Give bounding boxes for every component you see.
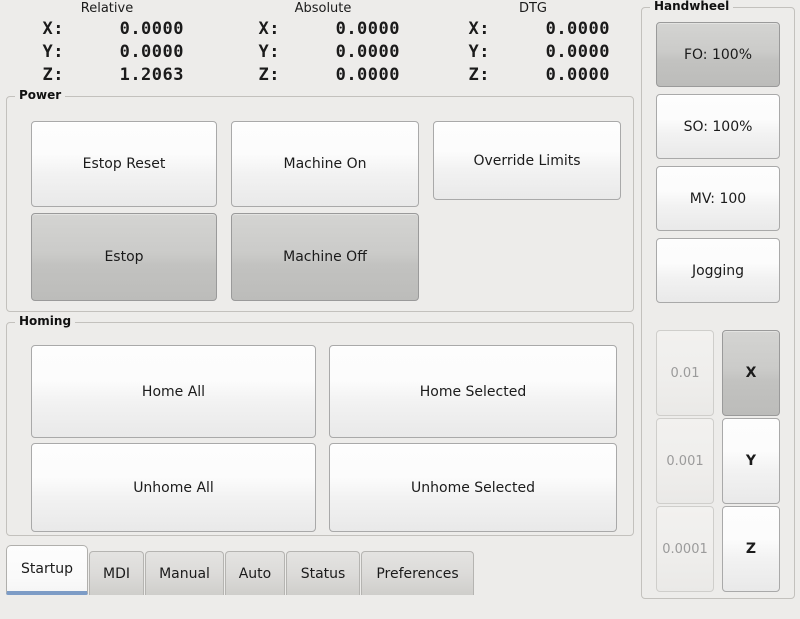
machine-on-button[interactable]: Machine On: [231, 121, 419, 207]
homing-group: Homing Home All Home Selected Unhome All…: [6, 322, 634, 536]
feed-override-button[interactable]: FO: 100%: [656, 22, 780, 87]
spindle-override-button[interactable]: SO: 100%: [656, 94, 780, 159]
tab-startup[interactable]: Startup: [6, 545, 88, 595]
dro-axis-label-x: X:: [6, 18, 68, 41]
jogging-button[interactable]: Jogging: [656, 238, 780, 303]
dro-row-z: Z: 0.0000: [432, 64, 628, 87]
dro-readout-panel: Relative X: 0.0000 Y: 0.0000 Z: 1.2063 A…: [0, 0, 640, 88]
axis-select-button-x[interactable]: X: [722, 330, 780, 416]
dro-axis-label-x: X:: [222, 18, 284, 41]
dro-row-x: X: 0.0000: [6, 18, 202, 41]
tab-bar: Startup MDI Manual Auto Status Preferenc…: [0, 545, 640, 619]
dro-row-z: Z: 0.0000: [222, 64, 418, 87]
dro-axis-label-x: X:: [432, 18, 494, 41]
dro-row-x: X: 0.0000: [222, 18, 418, 41]
max-velocity-button[interactable]: MV: 100: [656, 166, 780, 231]
handwheel-group-title: Handwheel: [650, 0, 733, 13]
dro-column-title: Absolute: [222, 0, 418, 18]
dro-column-title: DTG: [432, 0, 628, 18]
dro-axis-label-z: Z:: [222, 64, 284, 87]
dro-column-dtg: DTG X: 0.0000 Y: 0.0000 Z: 0.0000: [432, 0, 628, 88]
dro-axis-label-y: Y:: [6, 41, 68, 64]
tab-manual[interactable]: Manual: [145, 551, 224, 595]
dro-axis-label-y: Y:: [432, 41, 494, 64]
dro-value-y: 0.0000: [284, 41, 418, 64]
dro-axis-label-z: Z:: [6, 64, 68, 87]
dro-value-z: 0.0000: [284, 64, 418, 87]
dro-row-y: Y: 0.0000: [222, 41, 418, 64]
power-group-title: Power: [15, 88, 65, 102]
tab-status[interactable]: Status: [286, 551, 360, 595]
dro-row-z: Z: 1.2063: [6, 64, 202, 87]
dro-axis-label-y: Y:: [222, 41, 284, 64]
jog-increment-button-0-0001: 0.0001: [656, 506, 714, 592]
dro-column-title: Relative: [6, 0, 202, 18]
dro-value-x: 0.0000: [284, 18, 418, 41]
dro-value-x: 0.0000: [494, 18, 628, 41]
unhome-selected-button[interactable]: Unhome Selected: [329, 443, 617, 532]
axis-select-button-y[interactable]: Y: [722, 418, 780, 504]
handwheel-group: Handwheel FO: 100% SO: 100% MV: 100 Jogg…: [641, 7, 795, 599]
dro-column-relative: Relative X: 0.0000 Y: 0.0000 Z: 1.2063: [6, 0, 202, 88]
dro-value-x: 0.0000: [68, 18, 202, 41]
dro-axis-label-z: Z:: [432, 64, 494, 87]
dro-value-z: 0.0000: [494, 64, 628, 87]
estop-reset-button[interactable]: Estop Reset: [31, 121, 217, 207]
homing-group-title: Homing: [15, 314, 75, 328]
home-all-button[interactable]: Home All: [31, 345, 316, 438]
dro-value-z: 1.2063: [68, 64, 202, 87]
dro-row-y: Y: 0.0000: [432, 41, 628, 64]
estop-button[interactable]: Estop: [31, 213, 217, 301]
dro-column-absolute: Absolute X: 0.0000 Y: 0.0000 Z: 0.0000: [222, 0, 418, 88]
unhome-all-button[interactable]: Unhome All: [31, 443, 316, 532]
dro-row-x: X: 0.0000: [432, 18, 628, 41]
dro-row-y: Y: 0.0000: [6, 41, 202, 64]
power-group: Power Estop Reset Machine On Override Li…: [6, 96, 634, 312]
machine-off-button[interactable]: Machine Off: [231, 213, 419, 301]
home-selected-button[interactable]: Home Selected: [329, 345, 617, 438]
dro-value-y: 0.0000: [68, 41, 202, 64]
tab-auto[interactable]: Auto: [225, 551, 285, 595]
tab-mdi[interactable]: MDI: [89, 551, 144, 595]
dro-value-y: 0.0000: [494, 41, 628, 64]
tab-preferences[interactable]: Preferences: [361, 551, 474, 595]
axis-select-button-z[interactable]: Z: [722, 506, 780, 592]
jog-increment-button-0-01: 0.01: [656, 330, 714, 416]
jog-increment-button-0-001: 0.001: [656, 418, 714, 504]
override-limits-button[interactable]: Override Limits: [433, 121, 621, 200]
